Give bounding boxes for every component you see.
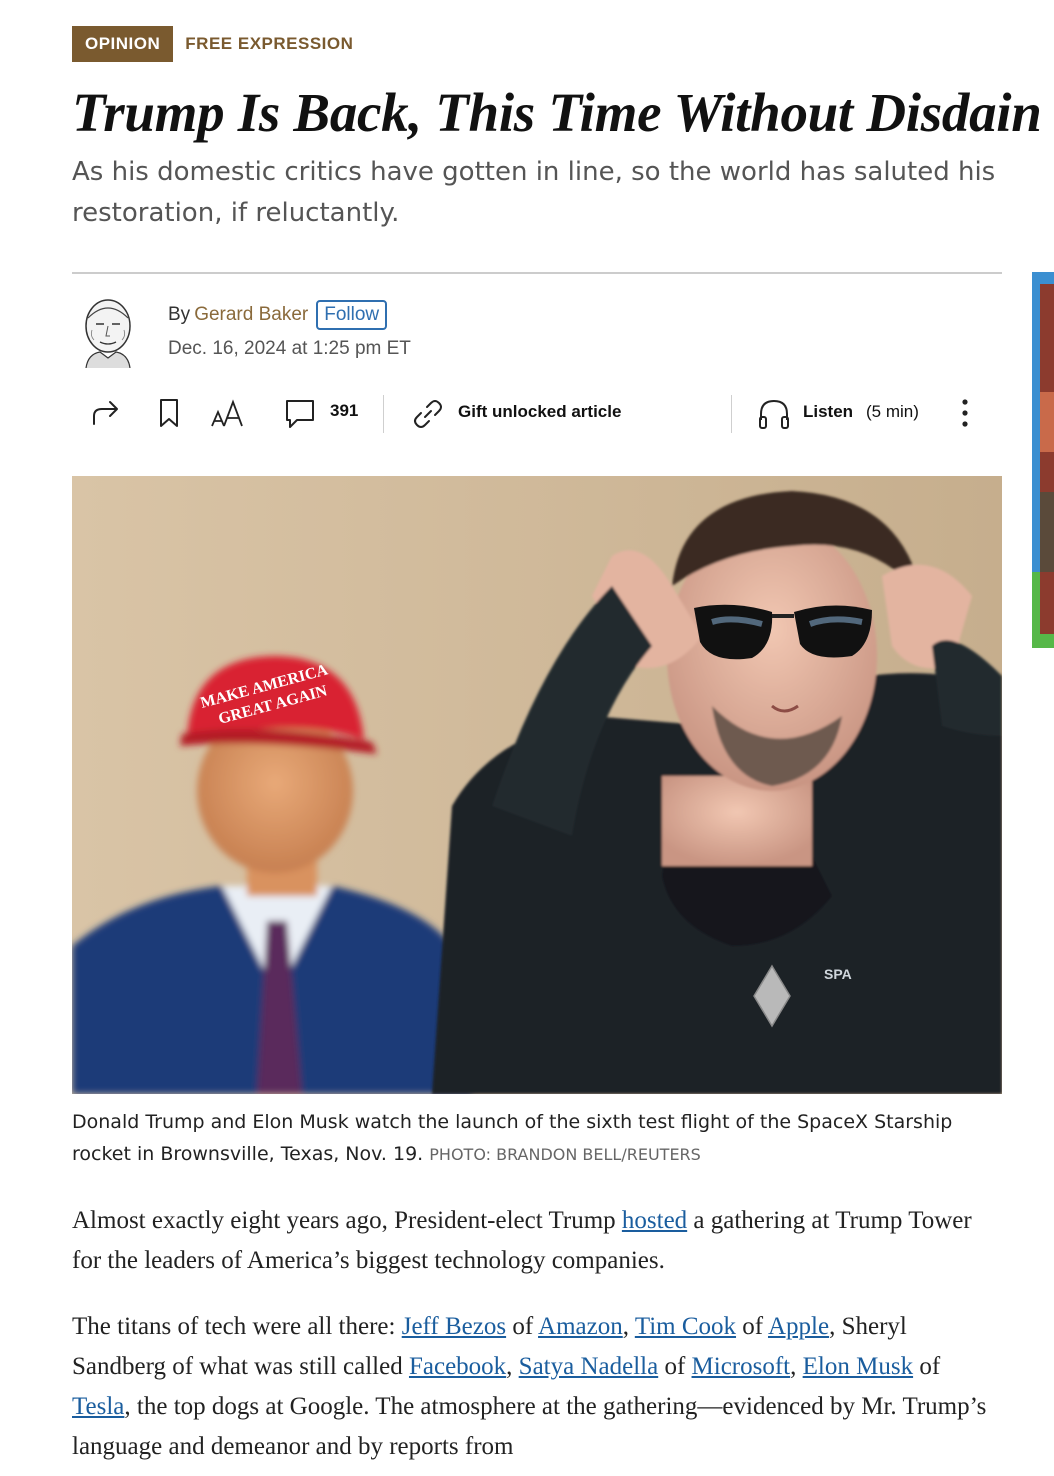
more-vertical-icon[interactable] — [955, 396, 975, 432]
headphones-icon[interactable] — [757, 396, 791, 432]
link-tim-cook[interactable]: Tim Cook — [635, 1313, 736, 1340]
divider — [72, 272, 1002, 274]
text-size-icon[interactable] — [210, 396, 246, 430]
comment-count[interactable]: 391 — [330, 401, 358, 421]
article-paragraph-1: Almost exactly eight years ago, Presiden… — [72, 1201, 1002, 1281]
byline: By Gerard Baker Follow — [168, 300, 388, 330]
toolbar-divider — [731, 395, 732, 433]
text: , — [790, 1353, 803, 1380]
follow-button[interactable]: Follow — [316, 300, 388, 330]
byline-by: By — [168, 304, 191, 325]
author-avatar[interactable] — [78, 296, 138, 369]
link-facebook[interactable]: Facebook — [409, 1353, 506, 1380]
text: , — [622, 1313, 635, 1340]
comment-icon[interactable] — [283, 396, 317, 430]
text: , the top dogs at Google. The atmosphere… — [72, 1393, 987, 1460]
link-microsoft[interactable]: Microsoft — [692, 1353, 791, 1380]
section-flags: OPINION FREE EXPRESSION — [72, 26, 353, 62]
gift-article-button[interactable]: Gift unlocked article — [458, 402, 621, 422]
link-elon-musk[interactable]: Elon Musk — [803, 1353, 913, 1380]
text: The titans of tech were all there: — [72, 1313, 402, 1340]
link-tesla[interactable]: Tesla — [72, 1393, 124, 1420]
link-jeff-bezos[interactable]: Jeff Bezos — [402, 1313, 506, 1340]
side-ad-thumbnail[interactable] — [1032, 272, 1054, 648]
photo-credit: PHOTO: BRANDON BELL/REUTERS — [429, 1145, 701, 1164]
photo-caption: Donald Trump and Elon Musk watch the lau… — [72, 1106, 1012, 1171]
listen-duration: (5 min) — [866, 402, 919, 421]
text: of — [736, 1313, 768, 1340]
link-satya-nadella[interactable]: Satya Nadella — [519, 1353, 659, 1380]
share-icon[interactable] — [90, 396, 124, 430]
text: , — [506, 1353, 519, 1380]
text: of — [658, 1353, 692, 1380]
headline: Trump Is Back, This Time Without Disdain — [72, 82, 1042, 143]
listen-button[interactable]: Listen — [803, 402, 853, 422]
bookmark-icon[interactable] — [157, 396, 181, 430]
link-icon[interactable] — [410, 396, 446, 432]
publish-timestamp: Dec. 16, 2024 at 1:25 pm ET — [168, 338, 411, 359]
dek: As his domestic critics have gotten in l… — [72, 157, 996, 228]
toolbar-divider — [383, 395, 384, 433]
text: of — [506, 1313, 539, 1340]
text: Almost exactly eight years ago, Presiden… — [72, 1207, 622, 1234]
shirt-text: SPA — [824, 966, 852, 982]
link-apple[interactable]: Apple — [768, 1313, 829, 1340]
lead-photo[interactable]: MAKE AMERICA GREAT AGAIN SPA — [72, 476, 1002, 1094]
author-link[interactable]: Gerard Baker — [194, 304, 308, 326]
opinion-badge[interactable]: OPINION — [72, 26, 174, 62]
text: of — [913, 1353, 941, 1380]
section-label[interactable]: FREE EXPRESSION — [185, 34, 353, 54]
link-amazon[interactable]: Amazon — [538, 1313, 623, 1340]
article-paragraph-2: The titans of tech were all there: Jeff … — [72, 1307, 1002, 1467]
link-hosted[interactable]: hosted — [622, 1207, 687, 1234]
